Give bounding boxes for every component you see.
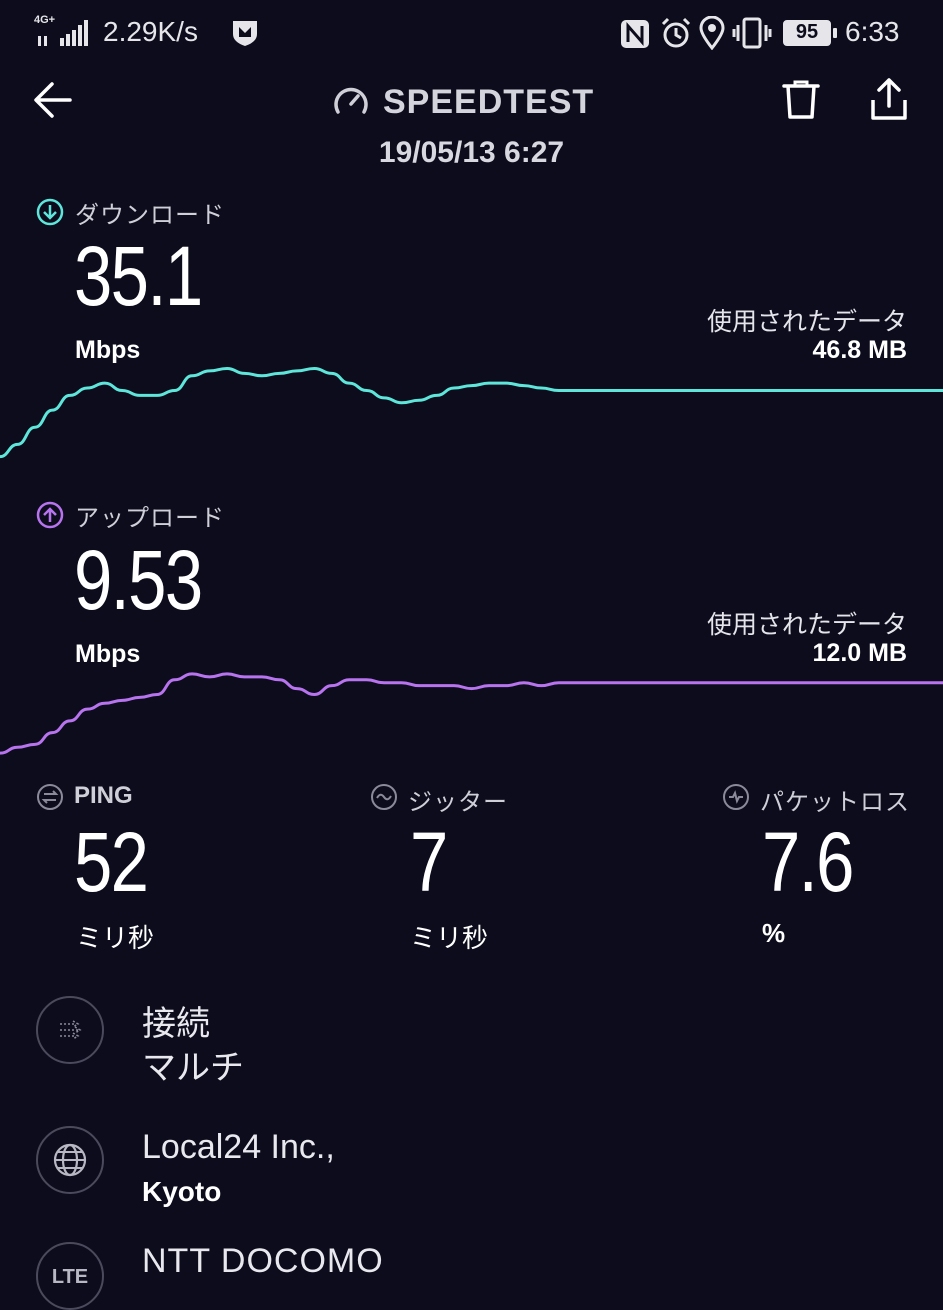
upload-value: 9.53 [74, 533, 203, 627]
share-button[interactable] [867, 76, 911, 122]
server-location: Kyoto [142, 1176, 222, 1207]
share-icon [871, 78, 907, 120]
clock: 6:33 [845, 16, 900, 47]
arrow-left-icon [34, 82, 72, 118]
download-speed-graph [0, 366, 943, 459]
upload-label: アップロード [75, 504, 225, 532]
ping-unit: ミリ秒 [76, 924, 155, 954]
test-timestamp: 19/05/13 6:27 [378, 136, 565, 169]
upload-data-used-value: 12.0 MB [812, 639, 907, 667]
page-title: SPEEDTEST [383, 82, 595, 121]
packet-loss-unit: % [762, 918, 786, 948]
lte-badge: LTE [51, 1265, 89, 1288]
ping-label: PING [74, 782, 133, 809]
speedometer-icon [334, 87, 368, 114]
connection-value: マルチ [142, 1049, 244, 1087]
vibrate-icon [732, 16, 772, 54]
packet-loss-metric: パケットロス 7.6 % [722, 780, 922, 960]
nfc-icon [619, 18, 651, 54]
jitter-icon [370, 783, 398, 815]
download-data-used-label: 使用されたデータ [706, 307, 907, 336]
ping-icon [36, 783, 64, 815]
battery-level: 95 [795, 21, 819, 43]
signal-icon: 4G+ [34, 14, 90, 48]
shield-icon [230, 18, 260, 52]
upload-arrow-icon [36, 501, 64, 533]
status-bar: 4G+ 2.29K/s 95 6:33 [0, 0, 943, 66]
packet-loss-icon [722, 783, 750, 815]
delete-button[interactable] [780, 78, 822, 122]
battery-icon: 95 [783, 18, 839, 48]
server-name: Local24 Inc., [142, 1128, 335, 1166]
download-trace-line [0, 366, 943, 459]
upload-speed-graph [0, 672, 943, 755]
upload-trace-line [0, 672, 943, 755]
packet-loss-label: パケットロス [760, 788, 910, 816]
provider-name: NTT DOCOMO [142, 1242, 384, 1280]
jitter-metric: ジッター 7 ミリ秒 [370, 780, 650, 960]
app-title: SPEEDTEST [331, 80, 611, 124]
connection-icon [36, 996, 104, 1064]
jitter-value: 7 [410, 815, 448, 909]
packet-loss-value: 7.6 [762, 815, 854, 909]
back-button[interactable] [30, 78, 78, 122]
upload-data-used-label: 使用されたデータ [706, 610, 907, 639]
lte-icon: LTE [36, 1242, 104, 1310]
alarm-icon [659, 16, 693, 54]
connection-row: 接続 マルチ [36, 996, 906, 1087]
connection-title: 接続 [142, 1005, 210, 1043]
globe-icon [36, 1126, 104, 1194]
ping-value: 52 [74, 815, 149, 909]
location-icon [699, 15, 725, 54]
trash-icon [782, 80, 820, 119]
jitter-unit: ミリ秒 [410, 924, 489, 954]
jitter-label: ジッター [408, 788, 508, 816]
download-arrow-icon [36, 198, 64, 230]
download-label: ダウンロード [75, 201, 225, 229]
provider-row: LTE NTT DOCOMO [36, 1242, 906, 1310]
download-value: 35.1 [74, 229, 203, 323]
server-row[interactable]: Local24 Inc., Kyoto [36, 1124, 906, 1214]
ping-metric: PING 52 ミリ秒 [36, 780, 316, 960]
net-speed: 2.29K/s [103, 16, 198, 47]
